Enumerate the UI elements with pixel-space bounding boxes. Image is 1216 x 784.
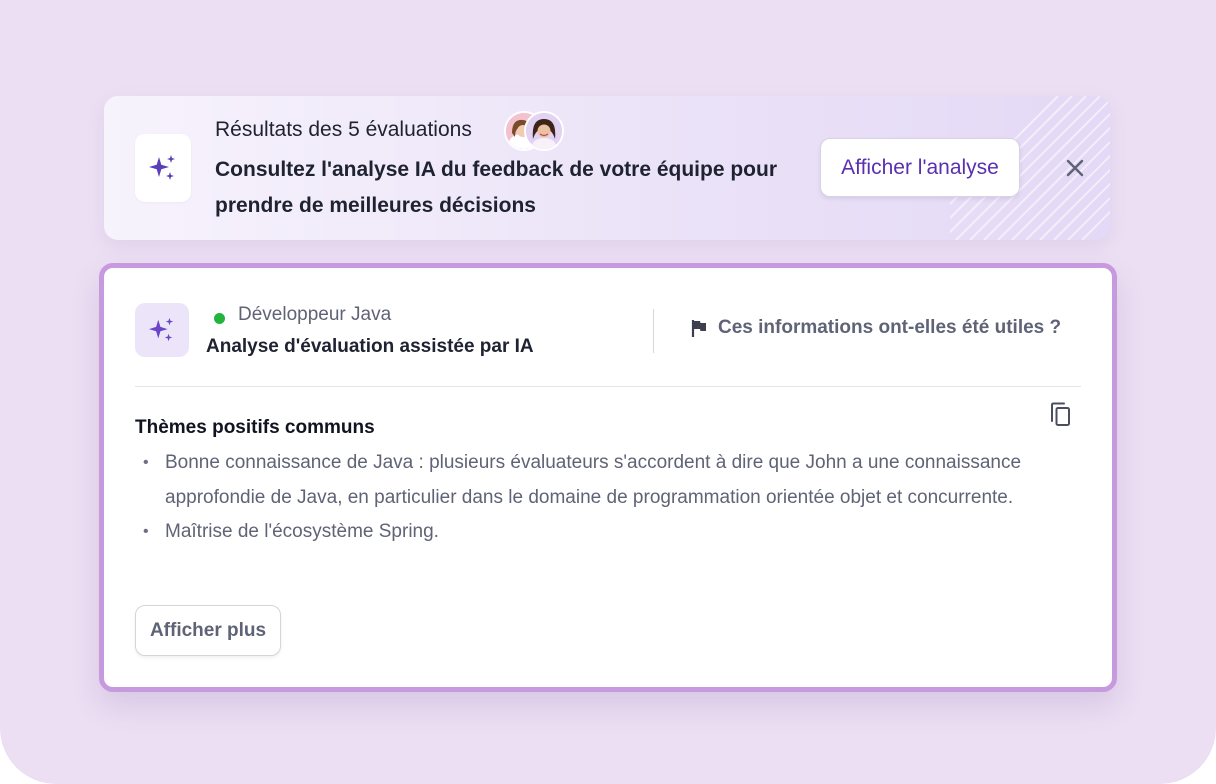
reviewer-avatar: [524, 111, 564, 151]
banner-headline: Consultez l'analyse IA du feedback de vo…: [215, 158, 778, 217]
card-icon-container: [135, 303, 189, 357]
ai-analysis-card: Développeur Java Analyse d'évaluation as…: [99, 263, 1117, 692]
reviewer-avatars: [504, 111, 564, 151]
analysis-banner: Résultats des 5 évaluations Consultez l'…: [104, 96, 1110, 240]
sparkles-icon: [148, 317, 174, 342]
bullet-marker: •: [143, 523, 149, 540]
banner-eyebrow: Résultats des 5 évaluations: [215, 118, 472, 141]
positive-themes-list: • Bonne connaissance de Java : plusieurs…: [135, 446, 1075, 550]
list-item: • Maîtrise de l'écosystème Spring.: [135, 515, 1075, 550]
section-title: Thèmes positifs communs: [135, 417, 375, 438]
page-background: Résultats des 5 évaluations Consultez l'…: [0, 0, 1216, 784]
list-item-text: Maîtrise de l'écosystème Spring.: [165, 521, 439, 542]
flag-icon: [691, 320, 706, 337]
show-more-button[interactable]: Afficher plus: [135, 605, 281, 656]
feedback-prompt[interactable]: Ces informations ont-elles été utiles ?: [689, 317, 1061, 339]
card-title: Analyse d'évaluation assistée par IA: [206, 336, 534, 357]
list-item: • Bonne connaissance de Java : plusieurs…: [135, 446, 1075, 515]
section-divider: [135, 386, 1081, 387]
copy-button[interactable]: [1044, 398, 1076, 432]
close-icon: [1066, 159, 1084, 177]
sparkles-icon: [149, 155, 175, 180]
list-item-text: Bonne connaissance de Java : plusieurs é…: [165, 452, 1022, 508]
close-banner-button[interactable]: [1059, 152, 1091, 184]
header-divider: [653, 309, 654, 353]
bullet-marker: •: [143, 454, 149, 471]
feedback-question: Ces informations ont-elles été utiles ?: [718, 317, 1062, 338]
status-indicator: [214, 313, 225, 324]
banner-icon-container: [135, 134, 191, 202]
show-analysis-button[interactable]: Afficher l'analyse: [820, 138, 1020, 197]
copy-icon: [1051, 402, 1070, 426]
role-label: Développeur Java: [238, 304, 392, 325]
